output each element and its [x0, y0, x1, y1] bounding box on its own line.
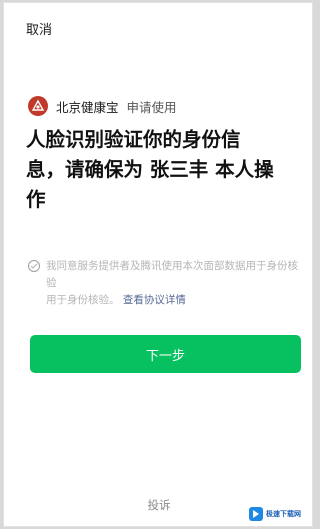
phone-screen: 取消 北京健康宝 申请使用 人脸识别验证你的身份信 息，请确保为 张三丰 本人操… [3, 2, 313, 527]
agreement-text-line2: 用于身份核验。 [46, 294, 120, 306]
watermark: 极速下载网 [246, 506, 304, 522]
health-treasure-logo-icon [28, 96, 48, 116]
view-agreement-link[interactable]: 查看协议详情 [123, 294, 186, 306]
agreement-text: 我同意服务提供者及腾讯使用本次面部数据用于身份核验 用于身份核验。 查看协议详情 [46, 258, 298, 309]
agree-checkbox[interactable] [28, 260, 40, 272]
next-step-button[interactable]: 下一步 [30, 335, 301, 373]
title-line-1: 人脸识别验证你的身份信 [26, 128, 241, 151]
watermark-text: 极速下载网 [266, 510, 301, 518]
page-title: 人脸识别验证你的身份信 息，请确保为 张三丰 本人操 作 [26, 125, 306, 215]
agreement-text-line1: 我同意服务提供者及腾讯使用本次面部数据用于身份核验 [46, 260, 298, 289]
title-line-3: 作 [26, 188, 46, 211]
app-info-row: 北京健康宝 申请使用 [28, 95, 177, 117]
play-logo-icon [249, 507, 263, 521]
app-name: 北京健康宝 [56, 99, 119, 115]
app-request-label: 申请使用 [126, 99, 177, 115]
agreement-row: 我同意服务提供者及腾讯使用本次面部数据用于身份核验 用于身份核验。 查看协议详情 [28, 258, 298, 309]
check-icon [30, 263, 38, 269]
cancel-button[interactable]: 取消 [26, 19, 52, 38]
title-line-2: 息，请确保为 张三丰 本人操 [26, 158, 274, 181]
